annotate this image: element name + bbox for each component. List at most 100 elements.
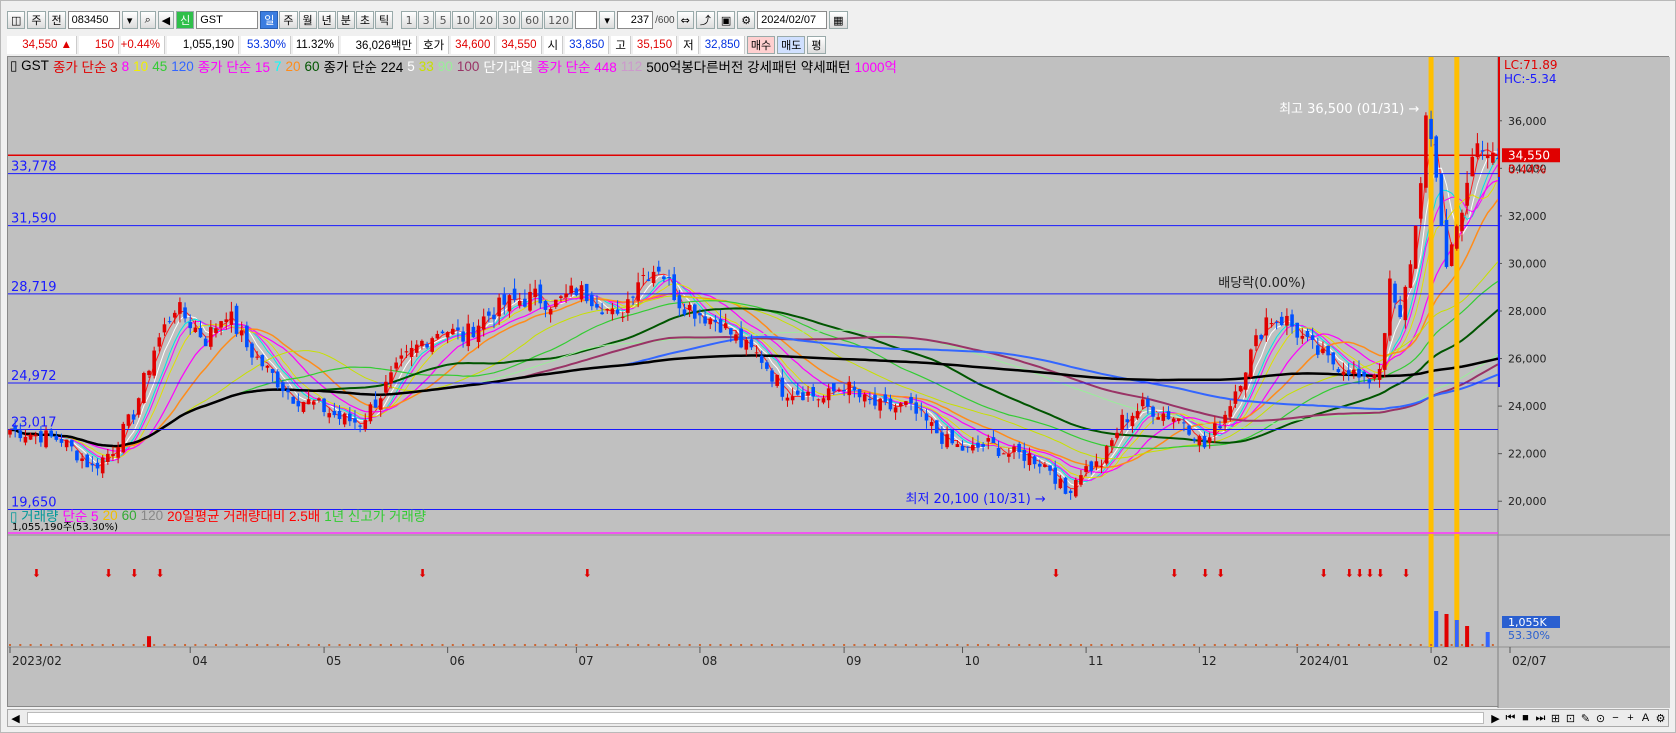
candle-body-90 bbox=[471, 326, 476, 338]
interval-button-1[interactable]: 1 bbox=[401, 11, 418, 29]
interval-button-20[interactable]: 20 bbox=[475, 11, 498, 29]
period-b-select[interactable]: 전 bbox=[47, 11, 66, 29]
volume-bar-178 bbox=[925, 644, 928, 646]
ma-90-line bbox=[9, 329, 1499, 447]
candle-body-160 bbox=[832, 382, 836, 392]
gear-icon[interactable]: ⚙ bbox=[737, 11, 756, 29]
scroll-track[interactable] bbox=[27, 712, 1484, 724]
period-tab-0[interactable]: 일 bbox=[260, 11, 279, 29]
candle-body-12 bbox=[69, 440, 74, 447]
buy-button[interactable]: 매수 bbox=[746, 36, 776, 54]
interval-button-60[interactable]: 60 bbox=[521, 11, 544, 29]
stock-name-field[interactable]: GST bbox=[196, 11, 259, 29]
bar-count-input[interactable]: 237 bbox=[617, 11, 654, 29]
custom-interval-input[interactable] bbox=[575, 11, 598, 29]
scroll-first-icon[interactable]: ⏮ bbox=[1503, 711, 1518, 726]
font-icon[interactable]: A bbox=[1638, 711, 1653, 726]
scroll-left-icon[interactable]: ◀ bbox=[8, 711, 23, 726]
tool-c-icon[interactable]: ✎ bbox=[1578, 711, 1593, 726]
scroll-right-icon[interactable]: ▶ bbox=[1488, 711, 1503, 726]
candle-body-272 bbox=[1408, 264, 1413, 288]
volume-bar-136 bbox=[709, 644, 712, 646]
high-annotation: 최고 36,500 (01/31) → bbox=[1279, 102, 1419, 117]
scroll-last-icon[interactable]: ⏭ bbox=[1533, 711, 1548, 726]
calendar-icon[interactable]: ▦ bbox=[829, 11, 848, 29]
candle-body-107 bbox=[559, 296, 563, 299]
volume-bar-288 bbox=[1491, 644, 1494, 646]
candle-body-144 bbox=[749, 339, 754, 348]
period-tab-1[interactable]: 주 bbox=[279, 11, 298, 29]
layout-icon[interactable]: ◫ bbox=[7, 11, 26, 29]
horizontal-scrollbar[interactable]: ◀ ▶ ⏮ ■ ⏭ ⊞ ⊡ ✎ ⊙ − + A ⚙ bbox=[7, 709, 1669, 727]
candle-body-234 bbox=[1213, 423, 1217, 436]
high-label: 고 bbox=[611, 36, 631, 54]
tool-d-icon[interactable]: ⊙ bbox=[1593, 711, 1608, 726]
tool-b-icon[interactable]: ⊡ bbox=[1563, 711, 1578, 726]
xtick-label-10: 2024/01 bbox=[1299, 654, 1349, 668]
volume-bar-24 bbox=[132, 644, 135, 646]
candle-body-109 bbox=[569, 285, 574, 294]
volume-bar-46 bbox=[245, 644, 248, 646]
volume-bar-106 bbox=[554, 644, 557, 646]
interval-button-3[interactable]: 3 bbox=[418, 11, 435, 29]
settings-icon[interactable]: ⚙ bbox=[1653, 711, 1668, 726]
candle-body-115 bbox=[600, 312, 604, 315]
sell-button[interactable]: 매도 bbox=[777, 36, 806, 54]
interval-button-10[interactable]: 10 bbox=[452, 11, 475, 29]
legend1-item-4: 45 bbox=[152, 58, 168, 74]
candle-body-41 bbox=[219, 321, 223, 328]
candle-body-31 bbox=[167, 321, 172, 323]
candle-body-254 bbox=[1315, 345, 1320, 355]
stop-icon[interactable]: ■ bbox=[1518, 711, 1533, 726]
candle-body-224 bbox=[1161, 413, 1166, 421]
volume-bar-14 bbox=[81, 644, 84, 646]
candle-body-274 bbox=[1418, 183, 1423, 219]
volume-bar-0 bbox=[9, 644, 11, 646]
chart-area[interactable]: ⬇ ⬇ ⬇ ⬇ ⬇ ⬇ ⬇ ⬇ ⬇ ⬇ ⬇ ⬇ ⬇ ⬇ ⬇ ⬇ 33,778 31,590 28,719 24,97… bbox=[7, 56, 1670, 708]
period-tab-5[interactable]: 초 bbox=[355, 11, 374, 29]
zoom-out-icon[interactable]: − bbox=[1608, 711, 1623, 726]
period-a-select[interactable]: 주 bbox=[27, 11, 46, 29]
price-chart-svg[interactable]: ⬇ ⬇ ⬇ ⬇ ⬇ ⬇ ⬇ ⬇ ⬇ ⬇ ⬇ ⬇ ⬇ ⬇ ⬇ ⬇ 33,77831,59028,71924,97… bbox=[8, 57, 1670, 708]
draw-tool-icon[interactable]: ⤴ bbox=[695, 11, 715, 29]
legend2-item-2: 20 bbox=[102, 507, 118, 523]
candle-body-112 bbox=[584, 283, 589, 302]
zoom-icon[interactable]: ⇔ bbox=[676, 11, 694, 29]
search-icon[interactable]: ⌕ bbox=[139, 11, 156, 29]
dropdown-arrow-icon[interactable]: ▾ bbox=[121, 11, 138, 29]
tool-a-icon[interactable]: ⊞ bbox=[1548, 711, 1563, 726]
candle-body-238 bbox=[1233, 391, 1238, 404]
volume-bar-120 bbox=[626, 644, 629, 646]
date-input[interactable]: 2024/02/07 bbox=[757, 11, 828, 29]
ytick-label-5: 26,000 bbox=[1508, 353, 1547, 366]
price-badge-pct: 0.44% bbox=[1508, 162, 1546, 176]
speaker-icon[interactable]: ◀ bbox=[157, 11, 175, 29]
stock-code-input[interactable]: 083450 bbox=[67, 11, 120, 29]
volume-bar-228 bbox=[1182, 644, 1185, 646]
interval-button-30[interactable]: 30 bbox=[498, 11, 521, 29]
ma-15-line bbox=[9, 179, 1499, 474]
save-icon[interactable]: ▣ bbox=[716, 11, 736, 29]
signal-arrow-11: ⬇ bbox=[1345, 567, 1354, 580]
candle-body-73 bbox=[384, 381, 388, 393]
candle-body-111 bbox=[579, 285, 584, 300]
interval-dropdown-icon[interactable]: ▾ bbox=[599, 11, 616, 29]
volume-bar-248 bbox=[1285, 644, 1288, 646]
volume-bar-166 bbox=[863, 644, 866, 646]
candle-body-246 bbox=[1274, 322, 1279, 324]
period-tab-4[interactable]: 분 bbox=[336, 11, 355, 29]
candle-body-176 bbox=[914, 402, 918, 414]
interval-button-5[interactable]: 5 bbox=[435, 11, 452, 29]
candle-body-54 bbox=[286, 389, 290, 393]
period-tab-2[interactable]: 월 bbox=[298, 11, 317, 29]
candle-body-244 bbox=[1264, 317, 1269, 336]
flat-button[interactable]: 평 bbox=[807, 36, 826, 54]
candle-body-125 bbox=[651, 271, 656, 284]
volume-bar-154 bbox=[801, 644, 804, 646]
interval-button-120[interactable]: 120 bbox=[544, 11, 574, 29]
candle-body-220 bbox=[1140, 399, 1145, 407]
period-tab-3[interactable]: 년 bbox=[317, 11, 336, 29]
zoom-in-icon[interactable]: + bbox=[1623, 711, 1638, 726]
candle-body-278 bbox=[1439, 174, 1444, 226]
period-tab-6[interactable]: 틱 bbox=[375, 11, 394, 29]
